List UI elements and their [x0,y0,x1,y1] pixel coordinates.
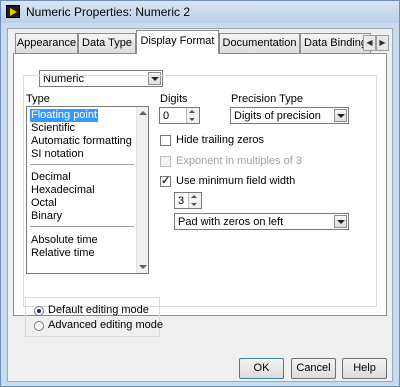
stepper-down-icon[interactable] [191,203,197,206]
editing-mode-group [25,297,160,337]
list-item-floating-point[interactable]: Floating point [30,109,99,122]
type-list-scrollbar[interactable] [136,107,148,273]
list-item-hexadecimal[interactable]: Hexadecimal [30,184,96,197]
list-divider [30,226,134,227]
exponent-multiples-label: Exponent in multiples of 3 [176,155,302,167]
tab-scroll-right-icon[interactable]: ▶ [376,35,389,51]
tab-appearance[interactable]: Appearance [15,33,78,53]
padding-value: Pad with zeros on left [178,216,284,228]
dialog-window: Numeric Properties: Numeric 2 Appearance… [0,0,400,387]
tab-data-type[interactable]: Data Type [78,33,136,53]
digits-stepper[interactable]: 0 [159,107,200,124]
use-min-field-width-label: Use minimum field width [176,175,296,187]
use-min-field-width-checkbox[interactable] [160,174,171,187]
scroll-down-icon[interactable] [139,265,147,269]
advanced-editing-mode-label: Advanced editing mode [48,319,163,331]
tab-label: Display Format [140,35,215,47]
help-label: Help [353,362,376,374]
stepper-up-icon[interactable] [189,110,195,113]
list-item-scientific[interactable]: Scientific [30,122,76,135]
default-editing-mode-radio[interactable] [34,306,44,316]
list-item-automatic-formatting[interactable]: Automatic formatting [30,135,133,148]
tab-label: Data Type [82,37,132,49]
cancel-button[interactable]: Cancel [291,358,336,379]
stepper-down-icon[interactable] [189,118,195,121]
window-title: Numeric Properties: Numeric 2 [26,5,191,19]
stepper-buttons[interactable] [186,108,199,123]
list-divider [30,164,134,165]
chevron-down-icon[interactable] [334,109,347,122]
precision-type-value: Digits of precision [234,110,321,122]
help-button[interactable]: Help [342,358,387,379]
list-item-absolute-time[interactable]: Absolute time [30,234,99,247]
digits-value: 0 [163,110,170,122]
stepper-up-icon[interactable] [191,195,197,198]
cancel-label: Cancel [296,362,331,374]
type-listbox[interactable]: Floating point Scientific Automatic form… [26,106,149,274]
list-item-si-notation[interactable]: SI notation [30,148,85,161]
ok-button[interactable]: OK [239,358,284,379]
digits-label: Digits [160,93,188,105]
labview-app-icon [6,5,20,18]
tab-label: Data Binding [304,37,367,49]
display-format-panel: Numeric Type Floating point Scientific A… [13,53,387,316]
advanced-editing-mode-radio[interactable] [34,321,44,331]
precision-type-label: Precision Type [231,93,303,105]
dialog-client-area: Appearance Data Type Display Format Docu… [7,28,393,382]
type-label: Type [26,93,50,105]
default-editing-mode-label: Default editing mode [48,304,149,316]
min-field-width-value: 3 [178,195,185,207]
padding-select[interactable]: Pad with zeros on left [174,213,349,230]
chevron-down-icon[interactable] [334,215,347,228]
exponent-multiples-checkbox [160,156,171,167]
scroll-up-icon[interactable] [139,111,147,115]
hide-trailing-zeros-checkbox[interactable] [160,135,171,146]
min-field-width-stepper[interactable]: 3 [174,192,202,209]
format-options-group: Type Floating point Scientific Automatic… [23,75,377,307]
list-item-binary[interactable]: Binary [30,210,63,223]
precision-type-select[interactable]: Digits of precision [230,107,349,124]
tab-label: Appearance [16,37,77,49]
title-bar[interactable]: Numeric Properties: Numeric 2 [1,1,399,23]
list-item-relative-time[interactable]: Relative time [30,247,96,260]
tab-documentation[interactable]: Documentation [219,33,300,53]
tab-label: Documentation [222,37,297,49]
tab-scroll-left-icon[interactable]: ◀ [363,35,376,51]
tab-data-binding[interactable]: Data Binding [300,33,371,53]
tab-display-format[interactable]: Display Format [136,30,219,54]
ok-label: OK [253,362,270,374]
hide-trailing-zeros-label: Hide trailing zeros [176,134,265,146]
stepper-buttons[interactable] [188,193,201,208]
list-item-decimal[interactable]: Decimal [30,171,72,184]
list-item-octal[interactable]: Octal [30,197,58,210]
